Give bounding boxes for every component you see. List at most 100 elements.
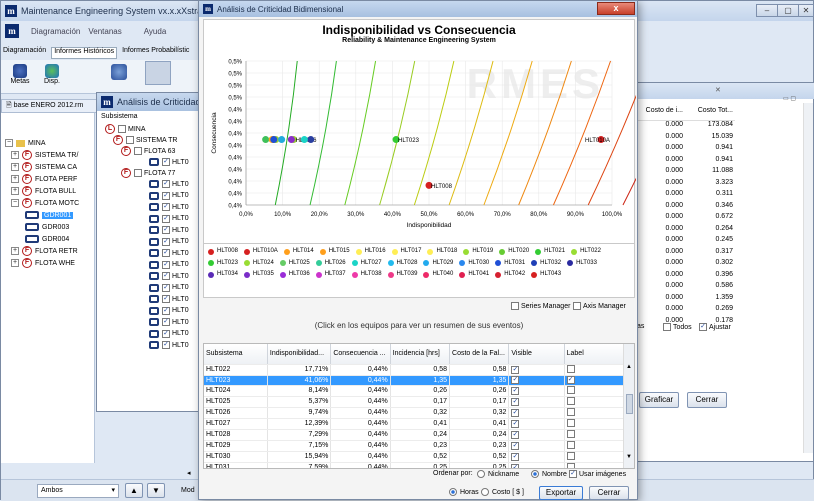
inner-tree-item[interactable]: ✓ HLT0 — [149, 328, 189, 340]
col-consecuencia[interactable]: Consecuencia ... — [330, 344, 391, 365]
tree-item[interactable]: − F FLOTA MOTC — [11, 197, 79, 209]
expand-icon[interactable]: + — [11, 163, 19, 171]
toolbar-icon-3[interactable] — [111, 64, 127, 80]
checkbox[interactable]: ✓ — [162, 341, 170, 349]
visible-checkbox[interactable]: ✓ — [511, 419, 520, 428]
label-checkbox[interactable]: ✓ — [566, 376, 575, 385]
visible-checkbox[interactable]: ✓ — [511, 430, 520, 439]
costo-row[interactable]: 0.000 0.941 — [635, 144, 735, 156]
legend-item[interactable]: HLT018 — [427, 246, 457, 257]
menu-ayuda[interactable]: Ayuda — [144, 27, 167, 36]
legend-item[interactable]: HLT021 — [535, 246, 565, 257]
costo-row[interactable]: 0.000 1.359 — [635, 294, 735, 306]
legend-item[interactable]: HLT010A — [243, 246, 278, 257]
checkbox[interactable]: ✓ — [162, 283, 170, 292]
costo-row[interactable]: 0.000 15.039 — [635, 133, 735, 145]
tree-item[interactable]: + F FLOTA RETR — [11, 245, 78, 257]
tree-item[interactable]: GDR003 — [25, 221, 69, 233]
costo-row[interactable]: 0.000 173.084 — [635, 121, 735, 133]
checkbox[interactable]: ✓ — [162, 214, 170, 223]
checkbox[interactable]: ✓ — [162, 249, 170, 257]
legend-item[interactable]: HLT041 — [459, 269, 489, 280]
cerrar-right-button[interactable]: Cerrar — [687, 392, 727, 408]
costo-row[interactable]: 0.000 0.396 — [635, 271, 735, 283]
label-checkbox[interactable] — [566, 429, 575, 438]
table-row[interactable]: HLT029 7,15% 0,44% 0,23 0,23 ✓ — [204, 440, 625, 452]
tab-diagramacion[interactable]: Diagramación — [3, 47, 46, 59]
costo-row[interactable]: 0.000 3.323 — [635, 179, 735, 191]
costo-row[interactable]: 0.000 0.302 — [635, 259, 735, 271]
col-indisponibilidad[interactable]: Indisponibilidad... — [267, 344, 332, 365]
legend-item[interactable]: HLT015 — [319, 246, 350, 257]
metas-button[interactable]: Metas — [7, 64, 33, 92]
legend-item[interactable]: HLT039 — [387, 269, 417, 280]
scroll-up-icon[interactable]: ▲ — [624, 364, 634, 370]
legend-item[interactable]: HLT023 — [208, 258, 238, 269]
nombre-radio[interactable]: Nombre — [531, 470, 567, 478]
tree-root[interactable]: − MINA — [5, 137, 46, 149]
label-checkbox[interactable] — [566, 407, 575, 416]
cerrar-dialog-button[interactable]: Cerrar — [589, 486, 629, 500]
label-checkbox[interactable] — [566, 418, 575, 427]
inner-tree-item[interactable]: ✓ HLT0 — [149, 190, 189, 202]
table-row[interactable]: HLT026 9,74% 0,44% 0,32 0,32 ✓ — [204, 407, 625, 419]
dialog-close-button[interactable]: x — [597, 2, 635, 15]
disp-button[interactable]: Disp. — [39, 64, 65, 92]
legend-item[interactable]: HLT026 — [315, 258, 346, 269]
tree-item[interactable]: GDR004 — [25, 233, 69, 245]
todos-check[interactable] — [663, 323, 671, 331]
restore-button[interactable]: ▢ — [777, 4, 799, 17]
table-row[interactable]: HLT028 7,29% 0,44% 0,24 0,24 ✓ — [204, 429, 625, 441]
legend-item[interactable]: HLT032 — [531, 258, 561, 269]
scroll-thumb[interactable] — [625, 394, 633, 414]
col-label[interactable]: Label — [564, 344, 625, 365]
legend-item[interactable]: HLT037 — [315, 269, 346, 280]
menu-ventanas[interactable]: Ventanas — [88, 27, 121, 36]
checkbox[interactable]: ✓ — [162, 180, 170, 188]
tree-item[interactable]: + F FLOTA WHE — [11, 257, 75, 269]
series-manager-checkbox[interactable]: Series Manager — [511, 302, 570, 310]
inner-tree-item[interactable]: ✓ HLT0 — [149, 293, 189, 305]
costo-row[interactable]: 0.000 11.088 — [635, 167, 735, 179]
costo-header-2[interactable]: Costo Tot... — [683, 107, 733, 120]
checkbox[interactable]: ✓ — [162, 237, 170, 246]
checkbox[interactable]: ✓ — [162, 272, 170, 280]
legend-item[interactable]: HLT028 — [387, 258, 417, 269]
graficar-button[interactable]: Graficar — [639, 392, 679, 408]
label-checkbox[interactable] — [566, 364, 575, 373]
collapse-icon[interactable]: − — [11, 199, 19, 207]
ajustar-checkbox[interactable]: ✓ Ajustar — [699, 323, 731, 331]
visible-checkbox[interactable]: ✓ — [511, 408, 520, 417]
visible-checkbox[interactable]: ✓ — [511, 386, 520, 395]
legend-item[interactable]: HLT031 — [495, 258, 525, 269]
col-visible[interactable]: Visible — [508, 344, 565, 365]
tab-informes-historicos[interactable]: Informes Históricos — [51, 47, 118, 59]
legend-item[interactable]: HLT017 — [391, 246, 421, 257]
axis-manager-check[interactable] — [573, 302, 581, 310]
tree-item[interactable]: + F SISTEMA TR/ — [11, 149, 78, 161]
legend-item[interactable]: HLT024 — [243, 258, 274, 269]
checkbox[interactable]: ✓ — [162, 329, 170, 338]
tab-informes-probabilisticos[interactable]: Informes Probabilístic — [122, 47, 189, 59]
file-tab[interactable]: 🗎 base ENERO 2012.rm — [1, 99, 97, 113]
left-scroll-arrow-icon[interactable]: ◂ — [187, 469, 191, 477]
expand-icon[interactable]: + — [11, 247, 19, 255]
tree-item[interactable]: + F SISTEMA CA — [11, 161, 77, 173]
exportar-button[interactable]: Exportar — [539, 486, 583, 500]
costo-row[interactable]: 0.000 0.941 — [635, 156, 735, 168]
legend-item[interactable]: HLT027 — [351, 258, 382, 269]
checkbox[interactable]: ✓ — [162, 191, 170, 200]
legend-item[interactable]: HLT019 — [463, 246, 493, 257]
inner-tree-item[interactable]: ✓ HLT0 — [149, 236, 189, 248]
costo-row[interactable]: 0.000 0.269 — [635, 305, 735, 317]
costo-row[interactable]: 0.000 0.311 — [635, 190, 735, 202]
table-row[interactable]: HLT025 5,37% 0,44% 0,17 0,17 ✓ — [204, 396, 625, 408]
scrollbar-v[interactable] — [803, 103, 813, 453]
costo-row[interactable]: 0.000 0.245 — [635, 236, 735, 248]
legend-item[interactable]: HLT020 — [499, 246, 529, 257]
costo-row[interactable]: 0.000 0.317 — [635, 248, 735, 260]
checkbox[interactable]: ✓ — [162, 318, 170, 326]
table-row[interactable]: HLT031 7,59% 0,44% 0,25 0,25 ✓ — [204, 462, 625, 468]
legend-item[interactable]: HLT036 — [279, 269, 310, 280]
checkbox[interactable]: ✓ — [162, 203, 170, 211]
